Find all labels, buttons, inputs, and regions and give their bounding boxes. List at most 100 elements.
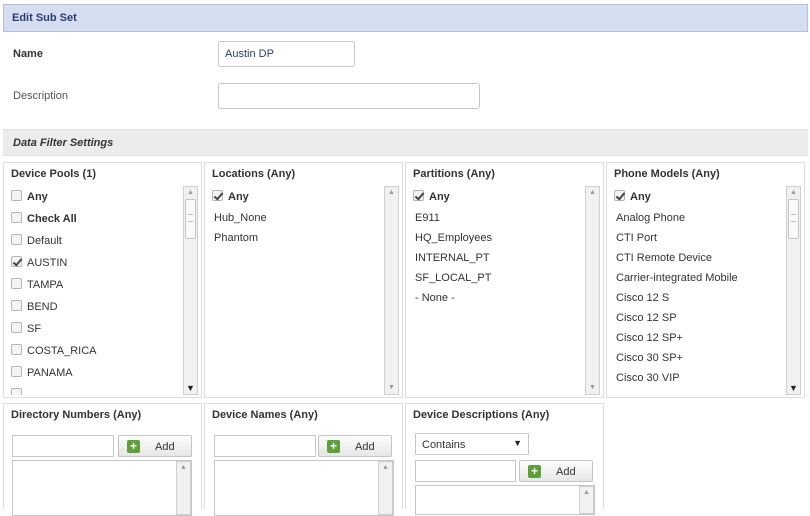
checkbox[interactable] xyxy=(11,300,22,311)
device-names-title: Device Names (Any) xyxy=(212,409,318,421)
vertical-scrollbar[interactable]: ▲ ▼ xyxy=(585,186,600,395)
item-label: Cisco 12 S xyxy=(616,292,670,304)
plus-icon: + xyxy=(528,465,541,478)
scroll-up-icon[interactable]: ▲ xyxy=(580,487,593,499)
list-item[interactable]: AUSTIN xyxy=(11,252,182,274)
checkbox[interactable] xyxy=(11,190,22,201)
phone-models-title: Phone Models (Any) xyxy=(614,168,720,180)
list-item[interactable]: SF_LOCAL_PT xyxy=(413,268,584,288)
list-item[interactable]: SF xyxy=(11,318,182,340)
list-item[interactable] xyxy=(11,384,182,395)
directory-number-input[interactable] xyxy=(12,435,114,457)
scroll-thumb[interactable] xyxy=(185,199,196,239)
list-item[interactable]: INTERNAL_PT xyxy=(413,248,584,268)
add-device-description-button[interactable]: + Add xyxy=(519,460,593,482)
item-label: Default xyxy=(27,235,62,247)
scroll-up-icon[interactable]: ▲ xyxy=(385,187,398,199)
item-label: Analog Phone xyxy=(616,212,686,224)
item-label: SF_LOCAL_PT xyxy=(415,272,492,284)
scroll-down-icon[interactable]: ▼ xyxy=(385,382,398,394)
checkbox[interactable] xyxy=(11,234,22,245)
checkbox[interactable] xyxy=(11,366,22,377)
checkbox[interactable] xyxy=(11,212,22,223)
description-input[interactable] xyxy=(218,83,480,109)
list-item[interactable]: Cisco 12 S xyxy=(614,288,785,308)
caret-down-icon: ▼ xyxy=(513,438,522,448)
add-label: Add xyxy=(556,466,576,478)
list-item[interactable]: Cisco 12 SP+ xyxy=(614,328,785,348)
scroll-up-icon[interactable]: ▲ xyxy=(177,462,190,474)
list-item-any[interactable]: Any xyxy=(614,186,785,208)
locations-title: Locations (Any) xyxy=(212,168,296,180)
list-item[interactable]: CTI Port xyxy=(614,228,785,248)
list-item[interactable]: Hub_None xyxy=(212,208,383,228)
partitions-listbox: Any E911 HQ_Employees INTERNAL_PT SF_LOC… xyxy=(413,186,600,395)
list-item[interactable]: COSTA_RICA xyxy=(11,340,182,362)
list-item[interactable]: Cisco 30 SP+ xyxy=(614,348,785,368)
item-label: TAMPA xyxy=(27,279,64,291)
list-item[interactable]: BEND xyxy=(11,296,182,318)
list-item[interactable]: E911 xyxy=(413,208,584,228)
scroll-down-icon[interactable]: ▼ xyxy=(184,382,197,394)
phone-models-panel: Phone Models (Any) Any Analog Phone CTI … xyxy=(606,162,805,398)
list-item[interactable]: PANAMA xyxy=(11,362,182,384)
checkbox[interactable] xyxy=(11,388,22,395)
device-description-input[interactable] xyxy=(415,460,516,482)
device-names-panel: Device Names (Any) + Add ▲ xyxy=(204,403,403,516)
vertical-scrollbar[interactable]: ▲ xyxy=(579,486,594,514)
item-label: Any xyxy=(27,191,48,203)
list-item[interactable]: Default xyxy=(11,230,182,252)
list-item[interactable]: CTI Remote Device xyxy=(614,248,785,268)
checkbox[interactable] xyxy=(212,190,223,201)
match-mode-select[interactable]: Contains ▼ xyxy=(415,433,529,455)
vertical-scrollbar[interactable]: ▲ xyxy=(176,461,191,515)
scroll-down-icon[interactable]: ▼ xyxy=(586,382,599,394)
device-descriptions-title: Device Descriptions (Any) xyxy=(413,409,550,421)
device-pools-listbox: Any Check All Default AUSTIN TAMPA BEND xyxy=(11,186,198,395)
checkbox[interactable] xyxy=(11,344,22,355)
list-item[interactable]: Analog Phone xyxy=(614,208,785,228)
page-title: Edit Sub Set xyxy=(12,12,77,24)
scroll-up-icon[interactable]: ▲ xyxy=(586,187,599,199)
item-label: Cisco 30 VIP xyxy=(616,372,680,384)
locations-panel: Locations (Any) Any Hub_None Phantom ▲ ▼ xyxy=(204,162,403,398)
scroll-thumb[interactable] xyxy=(788,199,799,239)
directory-numbers-panel: Directory Numbers (Any) + Add ▲ xyxy=(3,403,202,516)
scroll-up-icon[interactable]: ▲ xyxy=(787,187,800,199)
list-item[interactable]: Check All xyxy=(11,208,182,230)
list-item[interactable]: Cisco 30 VIP xyxy=(614,368,785,388)
list-item[interactable]: TAMPA xyxy=(11,274,182,296)
phone-models-list: Any Analog Phone CTI Port CTI Remote Dev… xyxy=(614,186,785,395)
name-input[interactable] xyxy=(218,41,355,67)
device-descriptions-listbox[interactable]: ▲ xyxy=(415,485,595,515)
scroll-up-icon[interactable]: ▲ xyxy=(379,462,392,474)
vertical-scrollbar[interactable]: ▲ ▼ xyxy=(384,186,399,395)
item-label: CTI Port xyxy=(616,232,657,244)
add-label: Add xyxy=(355,441,375,453)
checkbox[interactable] xyxy=(11,322,22,333)
list-item[interactable]: Phantom xyxy=(212,228,383,248)
description-label: Description xyxy=(13,90,69,102)
checkbox[interactable] xyxy=(11,278,22,289)
checkbox[interactable] xyxy=(614,190,625,201)
scroll-down-icon[interactable]: ▼ xyxy=(787,382,800,394)
list-item-any[interactable]: Any xyxy=(212,186,383,208)
list-item[interactable]: - None - xyxy=(413,288,584,308)
list-item[interactable]: Carrier-integrated Mobile xyxy=(614,268,785,288)
add-directory-number-button[interactable]: + Add xyxy=(118,435,192,457)
list-item[interactable]: Any xyxy=(11,186,182,208)
checkbox[interactable] xyxy=(11,256,22,267)
add-device-name-button[interactable]: + Add xyxy=(318,435,392,457)
scroll-up-icon[interactable]: ▲ xyxy=(184,187,197,199)
device-name-input[interactable] xyxy=(214,435,316,457)
vertical-scrollbar[interactable]: ▲ ▼ xyxy=(183,186,198,395)
vertical-scrollbar[interactable]: ▲ xyxy=(378,461,393,515)
list-item-any[interactable]: Any xyxy=(413,186,584,208)
list-item[interactable]: HQ_Employees xyxy=(413,228,584,248)
list-item[interactable]: Cisco 12 SP xyxy=(614,308,785,328)
checkbox[interactable] xyxy=(413,190,424,201)
partitions-list: Any E911 HQ_Employees INTERNAL_PT SF_LOC… xyxy=(413,186,584,395)
vertical-scrollbar[interactable]: ▲ ▼ xyxy=(786,186,801,395)
item-label: Carrier-integrated Mobile xyxy=(616,272,738,284)
data-filter-settings-header: Data Filter Settings xyxy=(3,129,808,156)
